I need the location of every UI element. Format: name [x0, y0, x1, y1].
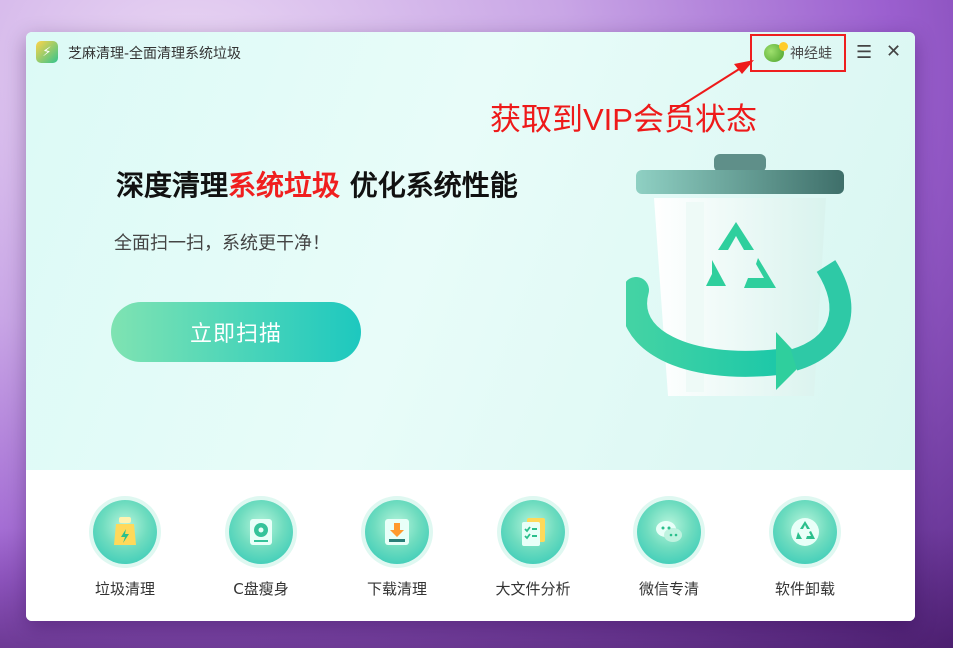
hero-area: ⚡ 芝麻清理-全面清理系统垃圾 神经蛙 ☰ ✕ 获取到VIP会员状态 深度清理系…	[26, 32, 915, 470]
trash-bin-illustration	[626, 154, 852, 396]
tool-label: C盘瘦身	[233, 580, 289, 598]
tool-large-file-analysis[interactable]: 大文件分析	[478, 500, 588, 599]
app-title: 芝麻清理-全面清理系统垃圾	[68, 46, 242, 62]
headline-highlight: 系统垃圾	[228, 169, 341, 202]
tool-c-drive-slim[interactable]: C盘瘦身	[206, 500, 316, 599]
recycle-icon	[773, 500, 837, 564]
tool-wechat-clean[interactable]: 微信专清	[614, 500, 724, 599]
hero-subtitle: 全面扫一扫，系统更干净！	[114, 233, 330, 254]
headline-part: 深度清理	[116, 169, 229, 202]
tool-label: 下载清理	[366, 580, 427, 598]
tool-software-uninstall[interactable]: 软件卸载	[750, 500, 860, 599]
frog-avatar-icon	[764, 42, 788, 62]
tool-label: 垃圾清理	[94, 580, 155, 598]
app-logo-icon: ⚡	[36, 41, 58, 63]
scan-now-button[interactable]: 立即扫描	[111, 302, 361, 362]
title-bar[interactable]: ⚡ 芝麻清理-全面清理系统垃圾 神经蛙 ☰ ✕	[26, 32, 915, 72]
app-window: ⚡ 芝麻清理-全面清理系统垃圾 神经蛙 ☰ ✕ 获取到VIP会员状态 深度清理系…	[26, 32, 915, 621]
download-icon	[365, 500, 429, 564]
menu-icon[interactable]: ☰	[856, 42, 872, 63]
tool-label: 微信专清	[638, 580, 699, 598]
tool-junk-clean[interactable]: 垃圾清理	[70, 500, 180, 599]
wechat-icon	[637, 500, 701, 564]
tool-download-clean[interactable]: 下载清理	[342, 500, 452, 599]
user-account[interactable]: 神经蛙	[750, 34, 846, 72]
hero-headline: 深度清理系统垃圾 优化系统性能	[116, 164, 518, 204]
tool-label: 大文件分析	[495, 580, 571, 598]
file-analysis-icon	[501, 500, 565, 564]
tools-bar: 垃圾清理 C盘瘦身 下载清理 大文件分析 微信专清 软件卸载	[26, 470, 915, 621]
username: 神经蛙	[790, 46, 832, 62]
disk-icon	[229, 500, 293, 564]
close-icon[interactable]: ✕	[886, 41, 901, 62]
headline-part: 优化系统性能	[340, 169, 518, 202]
broom-icon	[93, 500, 157, 564]
tool-label: 软件卸载	[774, 580, 835, 598]
vip-annotation: 获取到VIP会员状态	[490, 102, 757, 137]
